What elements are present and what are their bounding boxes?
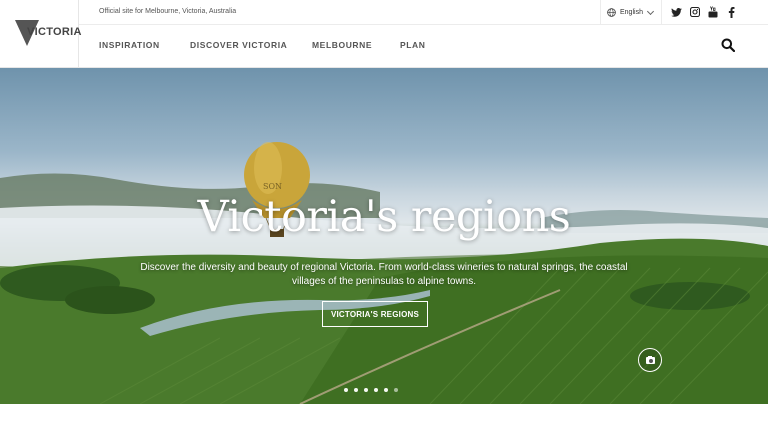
carousel-dot-5[interactable]	[384, 388, 388, 392]
site-header: VICTORIA Official site for Melbourne, Vi…	[0, 0, 768, 68]
carousel-dot-6[interactable]	[394, 388, 398, 392]
content-area	[0, 404, 768, 432]
header-divider	[79, 24, 768, 25]
balloon-text: SON	[263, 182, 282, 191]
site-tagline: Official site for Melbourne, Victoria, A…	[99, 8, 237, 15]
carousel-dot-2[interactable]	[354, 388, 358, 392]
hero-banner: SON Victoria's regions Discover the dive…	[0, 68, 768, 404]
victorias-regions-button[interactable]: VICTORIA'S REGIONS	[322, 301, 428, 327]
twitter-icon[interactable]	[668, 4, 684, 20]
globe-icon	[607, 7, 616, 17]
camera-icon[interactable]	[638, 348, 662, 372]
facebook-icon[interactable]	[723, 4, 739, 20]
chevron-down-icon	[646, 7, 655, 16]
nav-plan[interactable]: PLAN	[400, 40, 426, 50]
instagram-icon[interactable]	[687, 4, 703, 20]
nav-discover-victoria[interactable]: DISCOVER VICTORIA	[190, 40, 287, 50]
carousel-dots	[344, 388, 398, 392]
victoria-logo[interactable]: VICTORIA	[0, 0, 82, 68]
language-label: English	[620, 8, 643, 16]
hero-title: Victoria's regions	[197, 192, 571, 242]
youtube-icon[interactable]	[705, 4, 721, 20]
carousel-dot-3[interactable]	[364, 388, 368, 392]
search-icon[interactable]	[721, 38, 735, 52]
carousel-dot-4[interactable]	[374, 388, 378, 392]
hero-subtitle: Discover the diversity and beauty of reg…	[140, 262, 628, 287]
carousel-dot-1[interactable]	[344, 388, 348, 392]
language-selector[interactable]: English	[600, 0, 662, 24]
nav-melbourne[interactable]: MELBOURNE	[312, 40, 372, 50]
logo-text: VICTORIA	[27, 26, 82, 38]
nav-inspiration[interactable]: INSPIRATION	[99, 40, 160, 50]
